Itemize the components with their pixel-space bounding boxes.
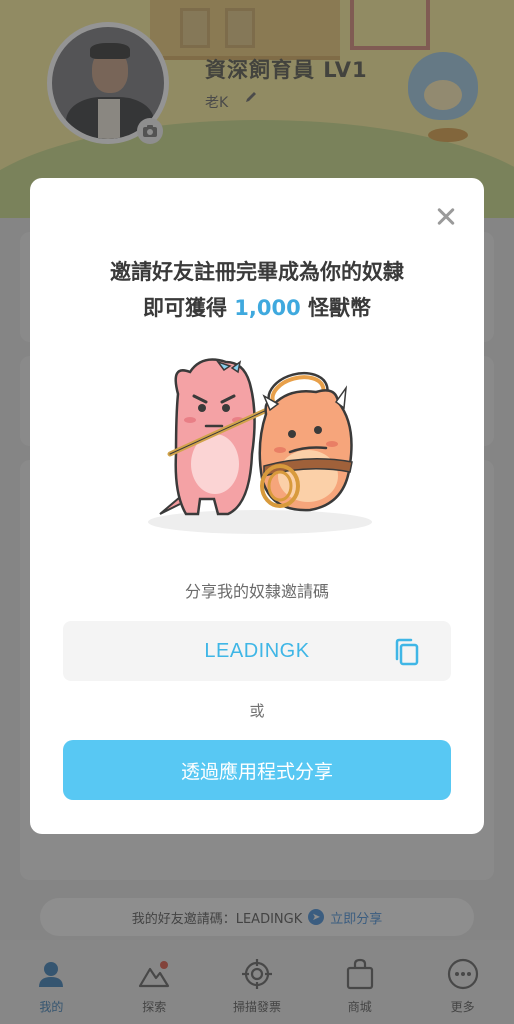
modal-title-line2: 即可獲得 1,000 怪獸幣 <box>30 290 484 326</box>
reward-amount: 1,000 <box>234 296 301 320</box>
share-via-app-button[interactable]: 透過應用程式分享 <box>63 740 451 800</box>
invite-modal: 邀請好友註冊完畢成為你的奴隸 即可獲得 1,000 怪獸幣 分享我的奴隸邀請碼 … <box>30 178 484 834</box>
modal-title: 邀請好友註冊完畢成為你的奴隸 即可獲得 1,000 怪獸幣 <box>30 254 484 326</box>
reward-suffix: 怪獸幣 <box>308 296 372 320</box>
modal-title-line1: 邀請好友註冊完畢成為你的奴隸 <box>110 260 404 284</box>
share-code-caption: 分享我的奴隸邀請碼 <box>184 582 329 601</box>
invite-code-box[interactable]: LEADINGK <box>63 621 451 681</box>
reward-prefix: 即可獲得 <box>142 296 227 320</box>
or-separator: 或 <box>249 702 265 720</box>
copy-icon[interactable] <box>393 637 421 667</box>
invite-code: LEADINGK <box>204 639 310 662</box>
monsters-illustration <box>148 358 372 534</box>
close-icon[interactable] <box>430 200 462 232</box>
